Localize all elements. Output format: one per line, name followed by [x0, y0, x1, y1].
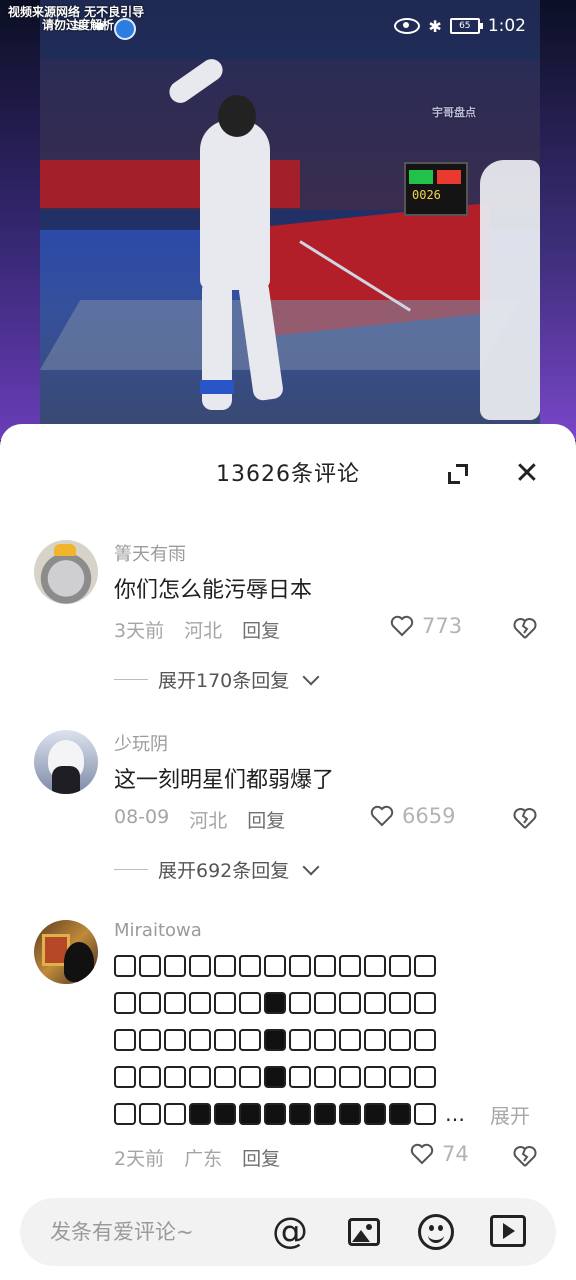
- expand-replies-label: 展开692条回复: [158, 860, 290, 882]
- watermark: 宇哥盘点: [432, 106, 476, 119]
- heart-icon: [410, 1143, 434, 1165]
- comment-input[interactable]: 发条有爱评论~: [50, 1216, 194, 1246]
- broken-heart-icon[interactable]: [512, 806, 538, 830]
- comment-text[interactable]: 这一刻明星们都弱爆了: [114, 762, 334, 794]
- video-player[interactable]: 0026 视频来源网络 无不良引导 请勿过度解析 宇哥盘点 ! ≋ ▪ ✱ 65…: [0, 0, 576, 440]
- divider: [114, 869, 148, 870]
- bluetooth-icon: ✱: [428, 16, 442, 36]
- reply-button[interactable]: 回复: [247, 806, 285, 833]
- wifi-icon: ≋: [72, 18, 84, 34]
- glyph-row: … 展开: [114, 1100, 530, 1129]
- video-fencer: [160, 54, 310, 420]
- comment-time: 2天前: [114, 1148, 165, 1170]
- comment-username[interactable]: 少玩阴: [114, 730, 168, 756]
- emoji-icon[interactable]: [416, 1212, 456, 1252]
- comment-time: 3天前: [114, 620, 165, 642]
- broken-heart-icon[interactable]: [512, 616, 538, 640]
- glyph-row: [114, 1065, 530, 1089]
- reply-button[interactable]: 回复: [242, 1144, 280, 1171]
- scoreboard-digits: 0026: [412, 188, 441, 202]
- comment-meta: 08-09 河北 回复: [114, 806, 285, 833]
- at-icon[interactable]: @: [270, 1212, 310, 1252]
- browser-icon: [114, 18, 136, 40]
- comment-location: 河北: [184, 620, 223, 642]
- video-scoreboard: 0026: [404, 162, 468, 216]
- comment-count-title: 13626条评论: [216, 462, 360, 487]
- glyph-row: [114, 1028, 530, 1052]
- status-bar: ! ≋ ▪ ✱ 65 1:02: [0, 0, 576, 48]
- video-left-margin: [0, 0, 40, 440]
- reply-button[interactable]: 回复: [242, 616, 280, 643]
- clock: 1:02: [487, 16, 526, 36]
- divider: [114, 679, 148, 680]
- expand-icon[interactable]: [446, 462, 470, 486]
- eye-comfort-icon: [394, 18, 421, 34]
- comment-meta: 2天前 广东 回复: [114, 1144, 280, 1171]
- battery-icon: 65: [449, 18, 483, 34]
- broken-heart-icon[interactable]: [512, 1144, 538, 1168]
- expand-text-link[interactable]: 展开: [490, 1100, 530, 1129]
- like-count: 773: [422, 614, 463, 638]
- like-count: 74: [442, 1142, 469, 1166]
- video-icon[interactable]: [488, 1212, 528, 1252]
- chevron-down-icon: [302, 668, 320, 685]
- comment-location: 广东: [184, 1148, 223, 1170]
- heart-icon: [390, 615, 414, 637]
- avatar[interactable]: [34, 540, 98, 604]
- comment-text[interactable]: 你们怎么能污辱日本: [114, 572, 312, 604]
- status-left-icons: ! ≋ ▪: [48, 18, 136, 40]
- avatar[interactable]: [34, 730, 98, 794]
- comment-username[interactable]: 箐天有雨: [114, 540, 186, 566]
- glyph-row: [114, 954, 530, 978]
- camera-icon: ▪: [95, 18, 105, 34]
- status-right-icons: ✱ 65 1:02: [394, 16, 526, 36]
- comment-sheet: 13626条评论 ✕ 箐天有雨 你们怎么能污辱日本 3天前 河北 回复 773 …: [0, 424, 576, 1280]
- heart-icon: [370, 805, 394, 827]
- comment-username[interactable]: Miraitowa: [114, 920, 202, 941]
- image-icon[interactable]: [344, 1212, 384, 1252]
- like-button[interactable]: 6659: [370, 804, 455, 828]
- notification-icon: !: [53, 18, 59, 34]
- comment-location: 河北: [189, 810, 228, 832]
- avatar[interactable]: [34, 920, 98, 984]
- like-button[interactable]: 74: [410, 1142, 469, 1166]
- ellipsis: …: [445, 1102, 465, 1126]
- comment-meta: 3天前 河北 回复: [114, 616, 280, 643]
- expand-replies-label: 展开170条回复: [158, 670, 290, 692]
- video-opponent: [480, 160, 540, 420]
- close-icon[interactable]: ✕: [514, 459, 540, 489]
- glyph-row: [114, 991, 530, 1015]
- chevron-down-icon: [302, 858, 320, 875]
- comment-time: 08-09: [114, 806, 170, 828]
- like-count: 6659: [402, 804, 456, 828]
- like-button[interactable]: 773: [390, 614, 462, 638]
- expand-replies[interactable]: 展开170条回复: [114, 666, 320, 693]
- video-right-margin: [540, 0, 576, 440]
- expand-replies[interactable]: 展开692条回复: [114, 856, 320, 883]
- comment-glyph-art[interactable]: … 展开: [114, 954, 530, 1139]
- comment-input-bar[interactable]: 发条有爱评论~ @: [20, 1198, 556, 1266]
